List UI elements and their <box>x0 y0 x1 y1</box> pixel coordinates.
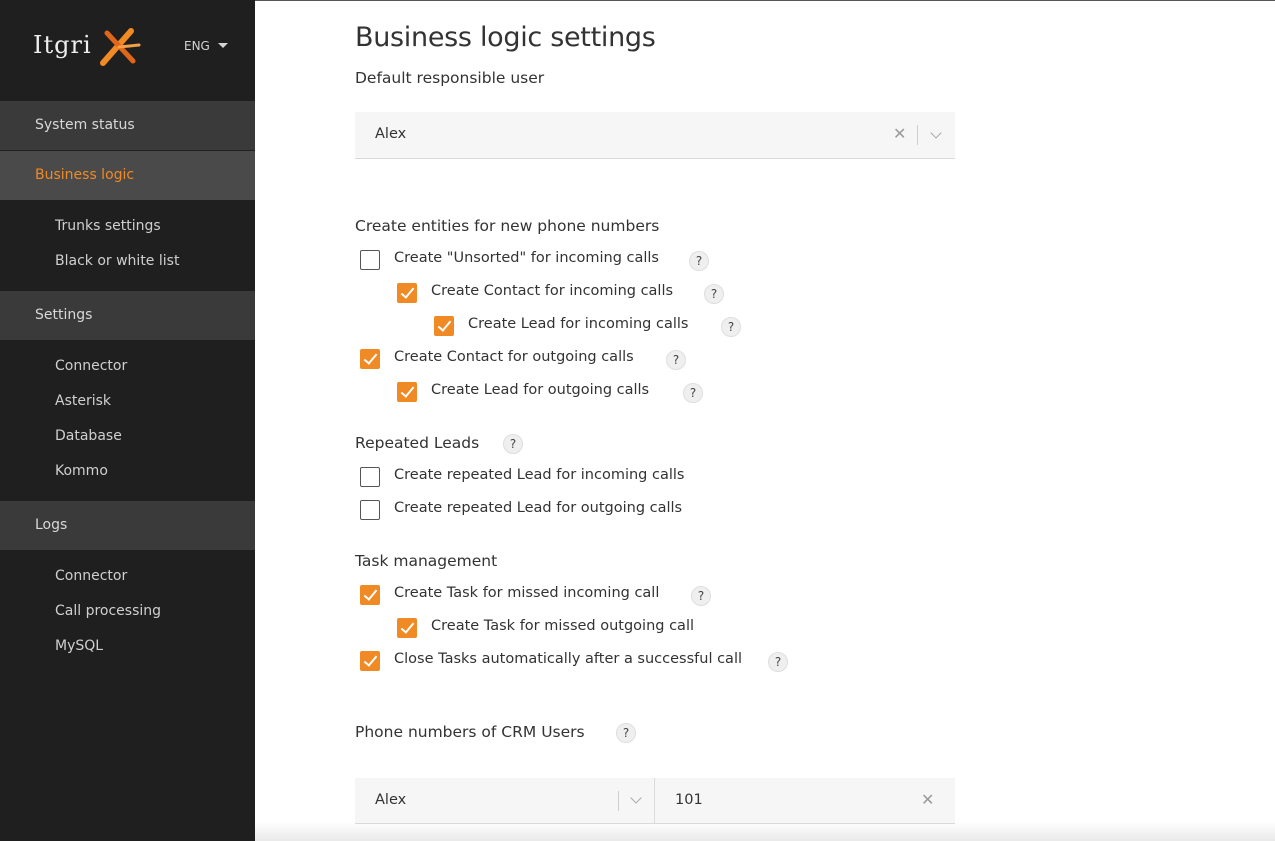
page-title: Business logic settings <box>355 22 656 53</box>
sidebar: Itgri ENG System status Business logic T… <box>0 0 255 841</box>
help-icon[interactable]: ? <box>704 284 724 304</box>
crm-user-select[interactable]: Alex <box>355 778 654 824</box>
main-content: Business logic settings Default responsi… <box>255 0 1275 841</box>
option-label: Create Lead for incoming calls <box>468 316 689 332</box>
checkbox-repeated-incoming[interactable] <box>360 467 380 487</box>
crm-phone-value: 101 <box>675 792 703 808</box>
nav-section-settings[interactable]: Settings <box>0 291 255 340</box>
language-label: ENG <box>184 39 210 53</box>
help-icon[interactable]: ? <box>768 652 788 672</box>
chevron-down-icon[interactable] <box>930 127 942 139</box>
task-management-label: Task management <box>355 552 498 570</box>
logo: Itgri <box>33 28 141 66</box>
crm-phone-input[interactable]: 101 ✕ <box>654 778 955 824</box>
nav-item-database[interactable]: Database <box>55 428 122 444</box>
help-icon[interactable]: ? <box>721 317 741 337</box>
caret-down-icon <box>217 43 228 48</box>
select-separator <box>618 791 619 811</box>
nav-item-black-white-list[interactable]: Black or white list <box>55 253 179 269</box>
option-label: Close Tasks automatically after a succes… <box>394 651 742 667</box>
checkbox-contact-incoming[interactable] <box>397 283 417 303</box>
option-label: Create Contact for incoming calls <box>431 283 674 299</box>
checkbox-task-missed-incoming[interactable] <box>360 585 380 605</box>
nav-section-business-logic[interactable]: Business logic <box>0 151 255 200</box>
checkbox-lead-outgoing[interactable] <box>397 382 417 402</box>
logo-text: Itgri <box>33 31 92 59</box>
option-label: Create "Unsorted" for incoming calls <box>394 250 659 266</box>
clear-icon[interactable]: ✕ <box>893 126 906 142</box>
logo-x-icon <box>100 28 141 66</box>
language-selector[interactable]: ENG <box>184 39 228 53</box>
checkbox-task-missed-outgoing[interactable] <box>397 618 417 638</box>
nav-item-asterisk[interactable]: Asterisk <box>55 393 111 409</box>
option-label: Create repeated Lead for incoming calls <box>394 467 685 483</box>
checkbox-lead-incoming[interactable] <box>434 316 454 336</box>
bottom-fade <box>255 822 1275 841</box>
option-label: Create Task for missed incoming call <box>394 585 660 601</box>
nav-item-call-processing[interactable]: Call processing <box>55 603 161 619</box>
help-icon[interactable]: ? <box>616 723 636 743</box>
checkbox-close-tasks[interactable] <box>360 651 380 671</box>
clear-icon[interactable]: ✕ <box>921 792 934 808</box>
option-label: Create Contact for outgoing calls <box>394 349 634 365</box>
checkbox-contact-outgoing[interactable] <box>360 349 380 369</box>
chevron-down-icon[interactable] <box>630 792 642 804</box>
nav-item-kommo[interactable]: Kommo <box>55 463 108 479</box>
default-user-value: Alex <box>375 126 407 142</box>
nav-item-logs-connector[interactable]: Connector <box>55 568 127 584</box>
help-icon[interactable]: ? <box>503 434 523 454</box>
nav-item-connector[interactable]: Connector <box>55 358 127 374</box>
option-label: Create repeated Lead for outgoing calls <box>394 500 683 516</box>
nav-section-system-status[interactable]: System status <box>0 101 255 150</box>
repeated-leads-label: Repeated Leads <box>355 434 480 452</box>
option-label: Create Lead for outgoing calls <box>431 382 650 398</box>
select-separator <box>917 125 918 145</box>
help-icon[interactable]: ? <box>689 251 709 271</box>
logo-area: Itgri ENG <box>0 0 255 101</box>
help-icon[interactable]: ? <box>691 586 711 606</box>
nav-item-trunks-settings[interactable]: Trunks settings <box>55 218 161 234</box>
top-divider <box>255 0 1275 1</box>
nav-section-logs[interactable]: Logs <box>0 501 255 550</box>
nav-item-mysql[interactable]: MySQL <box>55 638 103 654</box>
help-icon[interactable]: ? <box>666 350 686 370</box>
help-icon[interactable]: ? <box>683 383 703 403</box>
option-label: Create Task for missed outgoing call <box>431 618 695 634</box>
create-entities-label: Create entities for new phone numbers <box>355 217 660 235</box>
crm-user-value: Alex <box>375 792 407 808</box>
default-user-select[interactable]: Alex ✕ <box>355 112 955 159</box>
checkbox-unsorted-incoming[interactable] <box>360 250 380 270</box>
crm-users-label: Phone numbers of CRM Users <box>355 723 585 741</box>
default-user-label: Default responsible user <box>355 69 545 87</box>
checkbox-repeated-outgoing[interactable] <box>360 500 380 520</box>
